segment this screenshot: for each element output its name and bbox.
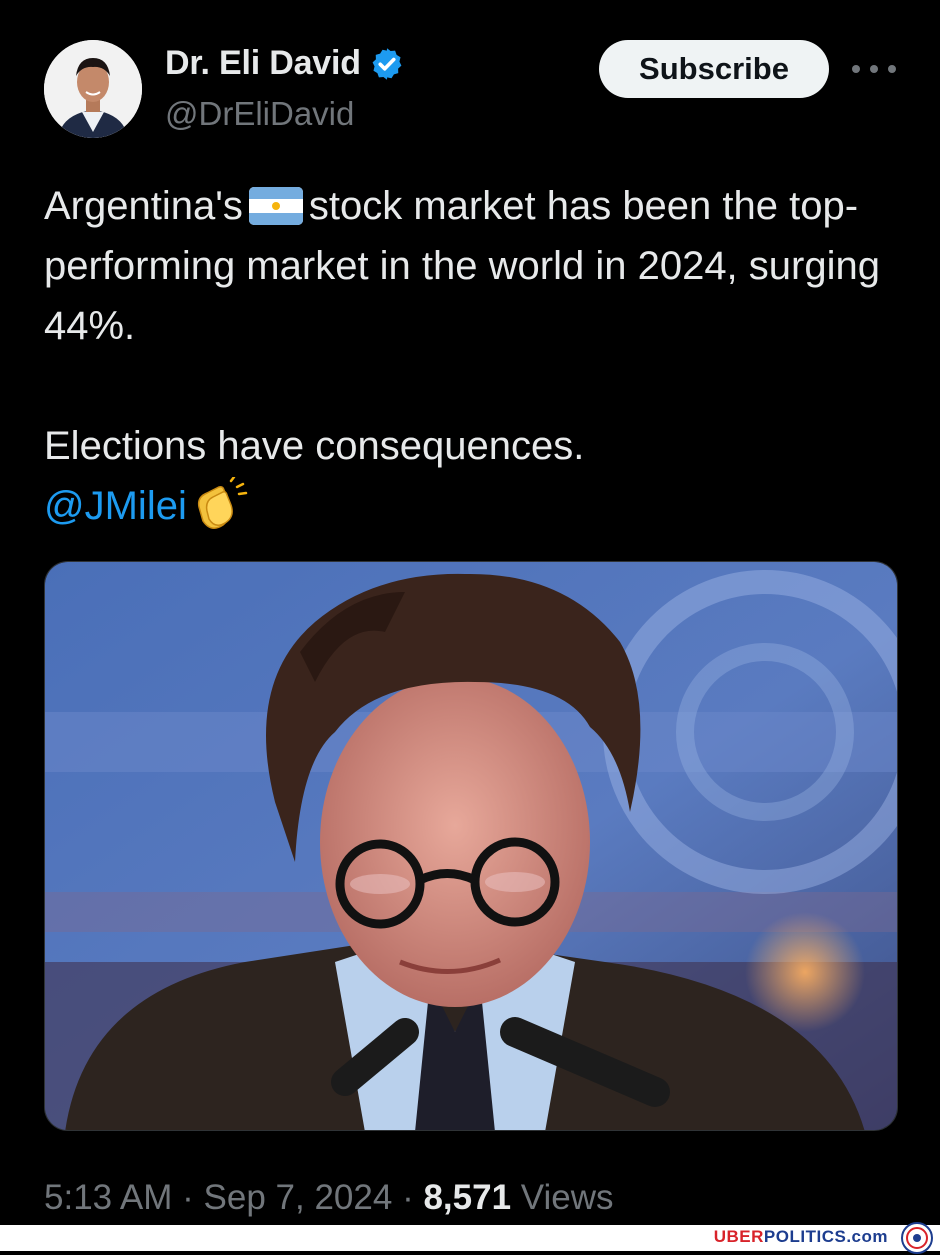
separator: · (402, 1178, 424, 1217)
clapping-hands-icon (197, 477, 248, 529)
separator: · (182, 1178, 204, 1217)
watermark-text: UBERPOLITICS.com (714, 1227, 888, 1247)
watermark-part2: POLITICS.com (763, 1227, 888, 1246)
tweet-paragraph-3: @JMilei (44, 476, 914, 536)
author-handle[interactable]: @DrEliDavid (165, 95, 354, 133)
author-avatar[interactable] (44, 40, 142, 138)
views-count: 8,571 (423, 1178, 512, 1217)
dot (870, 65, 878, 73)
views-label: Views (520, 1178, 614, 1217)
argentina-flag-icon (248, 187, 303, 225)
tweet-date[interactable]: Sep 7, 2024 (204, 1178, 393, 1217)
tweet-text: Argentina's stock market has been the top… (44, 176, 914, 536)
tweet-media-image[interactable] (44, 561, 898, 1131)
tweet-paragraph-1: Argentina's stock market has been the top… (44, 176, 914, 356)
verified-badge-icon (372, 47, 402, 80)
more-options-icon[interactable] (852, 54, 896, 84)
watermark-part1: UBER (713, 1227, 764, 1246)
subscribe-button[interactable]: Subscribe (599, 40, 829, 98)
dot (888, 65, 896, 73)
dot (852, 65, 860, 73)
tweet-paragraph-2: Elections have consequences. (44, 424, 585, 468)
watermark-bar: UBERPOLITICS.com (0, 1222, 940, 1254)
tweet-time[interactable]: 5:13 AM (44, 1178, 172, 1217)
tweet-meta: 5:13 AM · Sep 7, 2024 · 8,571 Views (44, 1178, 614, 1218)
mention-link[interactable]: @JMilei (44, 484, 187, 528)
tweet-text-segment: Argentina's (44, 184, 243, 228)
watermark-logo-icon (901, 1222, 933, 1254)
author-name[interactable]: Dr. Eli David (165, 44, 361, 83)
author-name-row[interactable]: Dr. Eli David (165, 44, 405, 83)
